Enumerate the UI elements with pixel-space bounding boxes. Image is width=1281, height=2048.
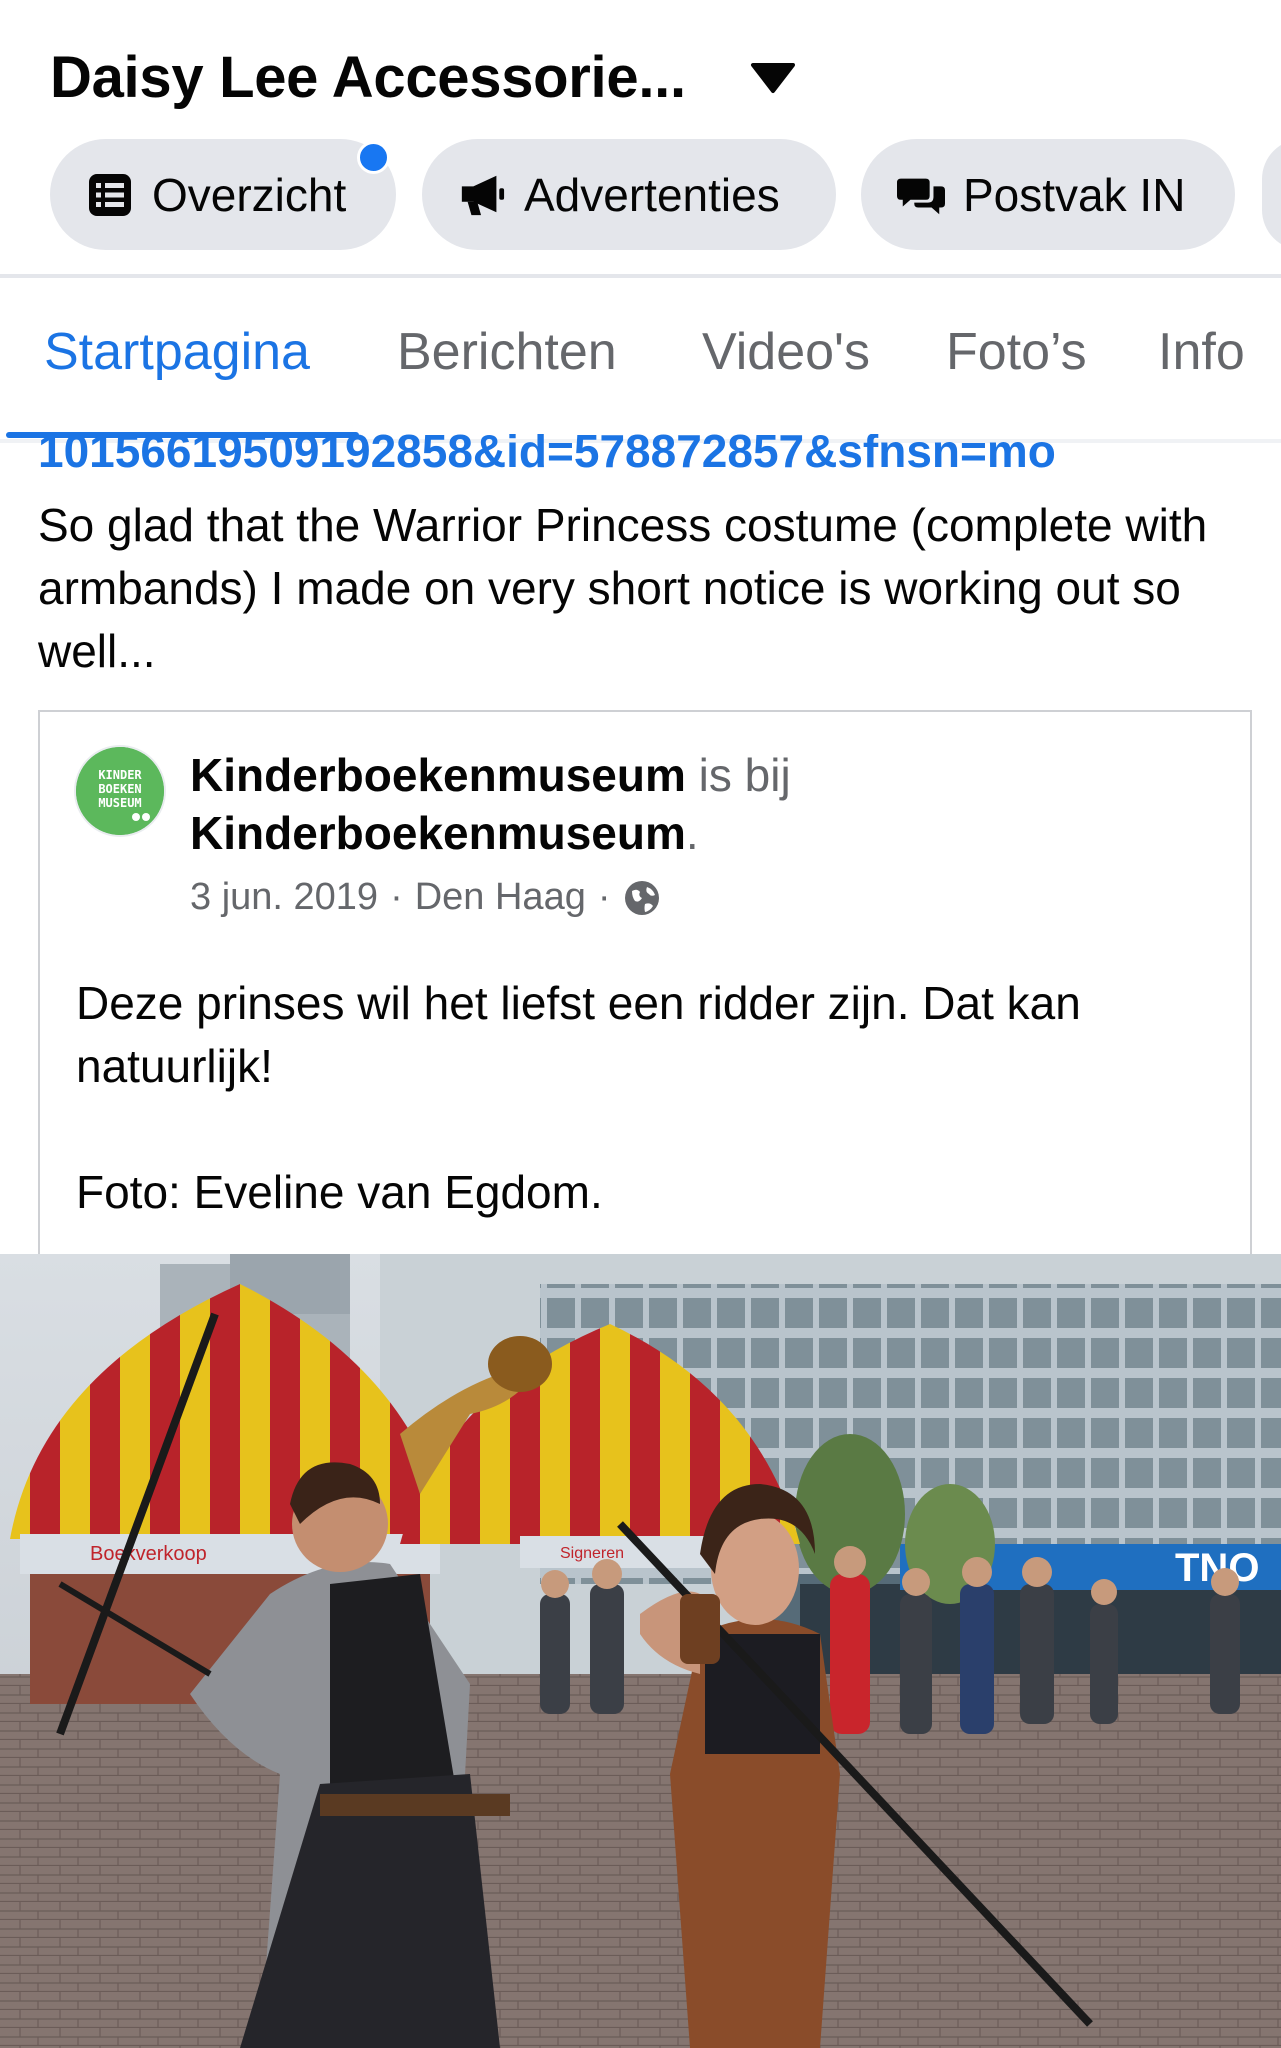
tab-startpagina[interactable]: Startpagina [44, 322, 310, 382]
megaphone-icon [458, 171, 506, 219]
avatar[interactable]: KINDER BOEKEN MUSEUM [76, 747, 164, 835]
author-period: . [685, 807, 699, 859]
shared-author-line: Kinderboekenmuseum is bij Kinderboekenmu… [190, 746, 1210, 862]
list-icon [86, 171, 134, 219]
globe-icon [624, 880, 659, 915]
tent-sign-left: Boekverkoop [90, 1543, 207, 1565]
overview-chip[interactable]: Overzicht [50, 139, 396, 250]
ads-chip[interactable]: Advertenties [422, 139, 836, 250]
chip-label: Overzicht [152, 168, 347, 221]
tab-info[interactable]: Info [1158, 322, 1245, 382]
chip-label: Advertenties [524, 168, 780, 221]
shared-post-text: Deze prinses wil het liefst een ridder z… [76, 972, 1206, 1224]
post-date[interactable]: 3 jun. 2019 [190, 876, 378, 919]
tent-sign-right: Signeren [560, 1545, 624, 1562]
tab-berichten[interactable]: Berichten [397, 322, 617, 382]
author-connector: is bij [685, 749, 791, 801]
photo-credit: Foto: Eveline van Egdom. [76, 1166, 603, 1218]
tab-videos[interactable]: Video's [702, 322, 870, 382]
header-divider [0, 274, 1281, 278]
meta-separator: · [597, 876, 611, 918]
page-title[interactable]: Daisy Lee Accessorie... [50, 44, 686, 111]
notification-dot [357, 141, 390, 174]
location-page-name[interactable]: Kinderboekenmuseum [190, 807, 686, 859]
author-name[interactable]: Kinderboekenmuseum [190, 749, 686, 801]
post-text: So glad that the Warrior Princess costum… [38, 499, 1208, 677]
post-link-text[interactable]: 10156619509192858&id=578872857&sfnsn=mo [38, 434, 1278, 477]
post-link[interactable]: 10156619509192858&id=578872857&sfnsn=mo [38, 434, 1278, 486]
svg-text:MUSEUM: MUSEUM [98, 796, 141, 810]
chat-bubbles-icon [897, 171, 945, 219]
more-chip[interactable] [1262, 139, 1281, 250]
post-place[interactable]: Den Haag [415, 876, 586, 919]
tab-fotos[interactable]: Foto’s [946, 322, 1087, 382]
svg-text:KINDER: KINDER [98, 768, 142, 782]
inbox-chip[interactable]: Postvak IN [861, 139, 1235, 250]
post-photo[interactable]: TNO Boekverkoop Signeren [0, 1254, 1281, 2048]
chip-label: Postvak IN [963, 168, 1186, 221]
post-meta: 3 jun. 2019 · Den Haag · [190, 876, 661, 919]
svg-text:BOEKEN: BOEKEN [98, 782, 141, 796]
chevron-down-icon[interactable] [750, 62, 796, 94]
shared-text-line: Deze prinses wil het liefst een ridder z… [76, 977, 1081, 1092]
meta-separator: · [390, 876, 403, 918]
